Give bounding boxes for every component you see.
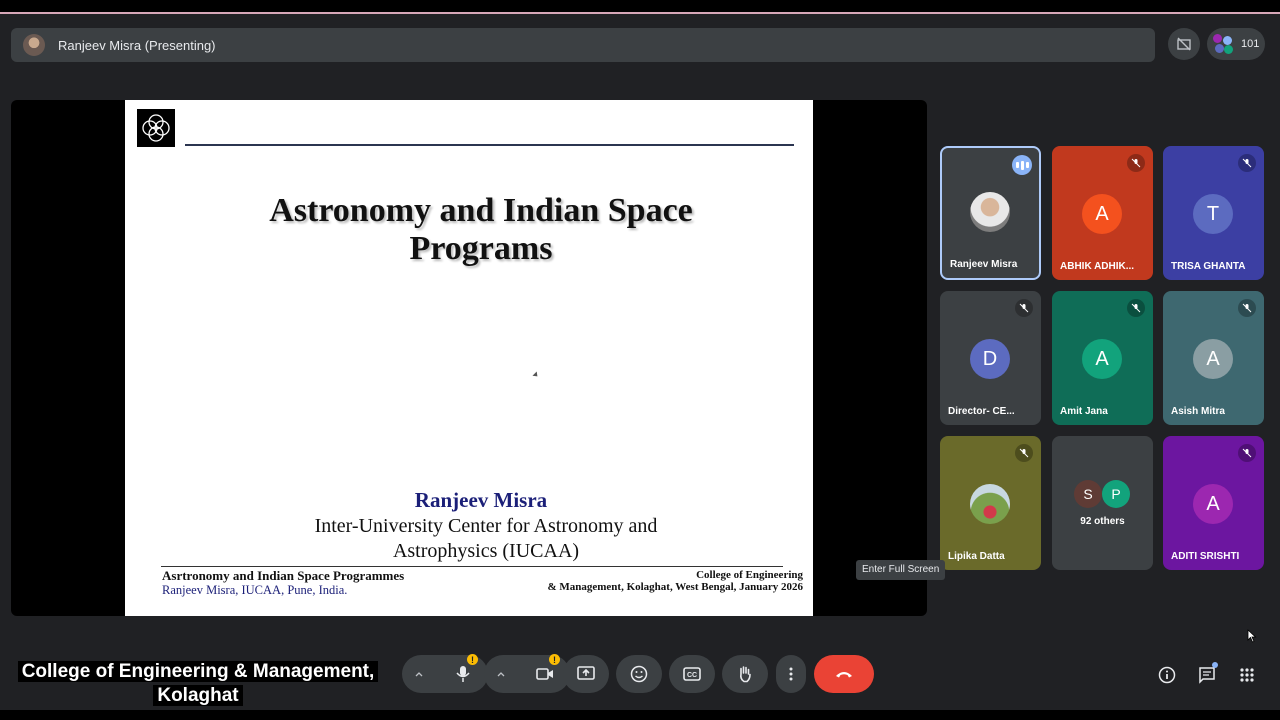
participant-tile-trisa[interactable]: T TRISA GHANTA — [1163, 146, 1264, 280]
participant-avatar: A — [1193, 484, 1233, 524]
participant-tile-ranjeev-misra[interactable]: Ranjeev Misra — [940, 146, 1041, 280]
iucaa-logo-icon — [137, 109, 175, 147]
slide: Astronomy and Indian Space Programs Ranj… — [125, 100, 813, 616]
captions-button[interactable]: CC — [669, 655, 715, 693]
more-options-button[interactable] — [776, 655, 806, 693]
caption-line-2: Kolaghat — [153, 685, 243, 706]
footer-venue-line-2: & Management, Kolaghat, West Bengal, Jan… — [547, 581, 803, 593]
presentation-stage[interactable]: Astronomy and Indian Space Programs Ranj… — [11, 100, 927, 616]
present-button[interactable] — [563, 655, 609, 693]
mic-off-icon — [1015, 444, 1033, 462]
participant-name: Amit Jana — [1060, 406, 1108, 417]
mic-button[interactable]: ! — [446, 654, 480, 691]
slide-footer-left: Asrtronomy and Indian Space Programmes R… — [162, 568, 404, 598]
presenter-avatar — [23, 34, 45, 56]
mic-off-icon — [1127, 154, 1145, 172]
chat-button[interactable] — [1194, 662, 1220, 688]
mic-off-icon — [1238, 154, 1256, 172]
participants-avatars-icon — [1213, 34, 1233, 54]
others-count: 92 others — [1080, 516, 1125, 527]
meeting-details-button[interactable] — [1154, 662, 1180, 688]
slide-author: Ranjeev Misra — [414, 488, 548, 512]
participant-count: 101 — [1241, 38, 1260, 50]
mic-options-chevron-icon — [415, 672, 423, 677]
presenter-bar[interactable]: Ranjeev Misra (Presenting) — [11, 28, 1155, 62]
present-screen-icon — [577, 666, 595, 680]
slide-footer-right: College of Engineering & Management, Kol… — [547, 569, 803, 593]
presenter-title: Ranjeev Misra (Presenting) — [58, 37, 216, 53]
camera-options-chevron-icon — [497, 672, 505, 677]
svg-text:CC: CC — [687, 672, 697, 679]
participant-tile-abhik[interactable]: A ABHIK ADHIK... — [1052, 146, 1153, 280]
footer-author: Ranjeev Misra, IUCAA, Pune, India. — [162, 583, 348, 597]
mic-off-icon — [1238, 444, 1256, 462]
affiliation-line-2: Astrophysics (IUCAA) — [392, 540, 580, 562]
mic-off-icon — [1238, 299, 1256, 317]
slide-title: Astronomy and Indian Space Programs — [269, 192, 693, 267]
meet-window: Ranjeev Misra (Presenting) 101 Astronomy… — [0, 12, 1280, 710]
affiliation-line-1: Inter-University Center for Astronomy an… — [314, 515, 658, 537]
participant-name: Ranjeev Misra — [950, 259, 1018, 270]
mic-warning-icon: ! — [467, 654, 478, 665]
captions-icon: CC — [683, 667, 701, 681]
apps-grid-icon — [1240, 668, 1254, 682]
more-vertical-icon — [789, 667, 793, 681]
participant-name: Director- CE... — [948, 406, 1015, 417]
participant-avatar: A — [1082, 194, 1122, 234]
speaking-indicator-icon — [1012, 155, 1032, 175]
camera-icon — [536, 668, 553, 680]
raise-hand-button[interactable] — [722, 655, 768, 693]
mic-icon — [456, 666, 470, 682]
others-avatar-s: S — [1074, 480, 1102, 508]
footer-title: Asrtronomy and Indian Space Programmes — [162, 568, 405, 583]
camera-control-group[interactable]: ! — [484, 654, 570, 693]
participant-tile-lipika-datta[interactable]: Lipika Datta — [940, 436, 1041, 570]
slide-footer-rule — [161, 566, 783, 567]
participant-tile-aditi[interactable]: A ADITI SRISHTI — [1163, 436, 1264, 570]
participant-avatar: T — [1193, 194, 1233, 234]
participant-tile-director[interactable]: D Director- CE... — [940, 291, 1041, 425]
hand-icon — [740, 666, 751, 683]
participant-tile-others[interactable]: S P 92 others — [1052, 436, 1153, 570]
participant-name: ADITI SRISHTI — [1171, 551, 1240, 562]
participant-avatar: D — [970, 339, 1010, 379]
participant-tile-asish-mitra[interactable]: A Asish Mitra — [1163, 291, 1264, 425]
camera-warning-icon: ! — [549, 654, 560, 665]
leave-call-button[interactable] — [814, 655, 874, 693]
end-call-icon — [836, 672, 852, 678]
chat-notification-dot — [1212, 662, 1218, 668]
reactions-button[interactable] — [616, 655, 662, 693]
mic-off-icon — [1015, 299, 1033, 317]
mic-off-icon — [1127, 299, 1145, 317]
participant-name: Asish Mitra — [1171, 406, 1225, 417]
chat-icon — [1199, 667, 1215, 684]
activities-button[interactable] — [1234, 662, 1260, 688]
channel-caption: College of Engineering & Management, Kol… — [6, 660, 390, 708]
camera-button[interactable]: ! — [528, 654, 562, 691]
participant-photo — [970, 484, 1010, 524]
others-avatar-p: P — [1102, 480, 1130, 508]
fullscreen-tooltip: Enter Full Screen — [856, 560, 946, 580]
slide-affiliation: Inter-University Center for Astronomy an… — [125, 514, 847, 564]
hide-video-icon[interactable] — [1168, 28, 1200, 60]
mouse-cursor-icon — [1247, 629, 1257, 648]
participant-name: TRISA GHANTA — [1171, 261, 1246, 272]
participant-tile-amit-jana[interactable]: A Amit Jana — [1052, 291, 1153, 425]
mic-control-group[interactable]: ! — [402, 654, 488, 693]
participant-name: Lipika Datta — [948, 551, 1005, 562]
slide-header-rule — [185, 144, 794, 146]
emoji-icon — [630, 665, 648, 683]
participants-button[interactable]: 101 — [1207, 28, 1265, 60]
participant-avatar: A — [1193, 339, 1233, 379]
participant-name: ABHIK ADHIK... — [1060, 261, 1135, 272]
info-icon — [1158, 666, 1176, 684]
footer-venue-line-1: College of Engineering — [696, 569, 803, 581]
participant-avatar: A — [1082, 339, 1122, 379]
participant-photo — [970, 192, 1010, 232]
caption-line-1: College of Engineering & Management, — [17, 661, 379, 682]
mouse-pointer-icon — [532, 371, 540, 379]
